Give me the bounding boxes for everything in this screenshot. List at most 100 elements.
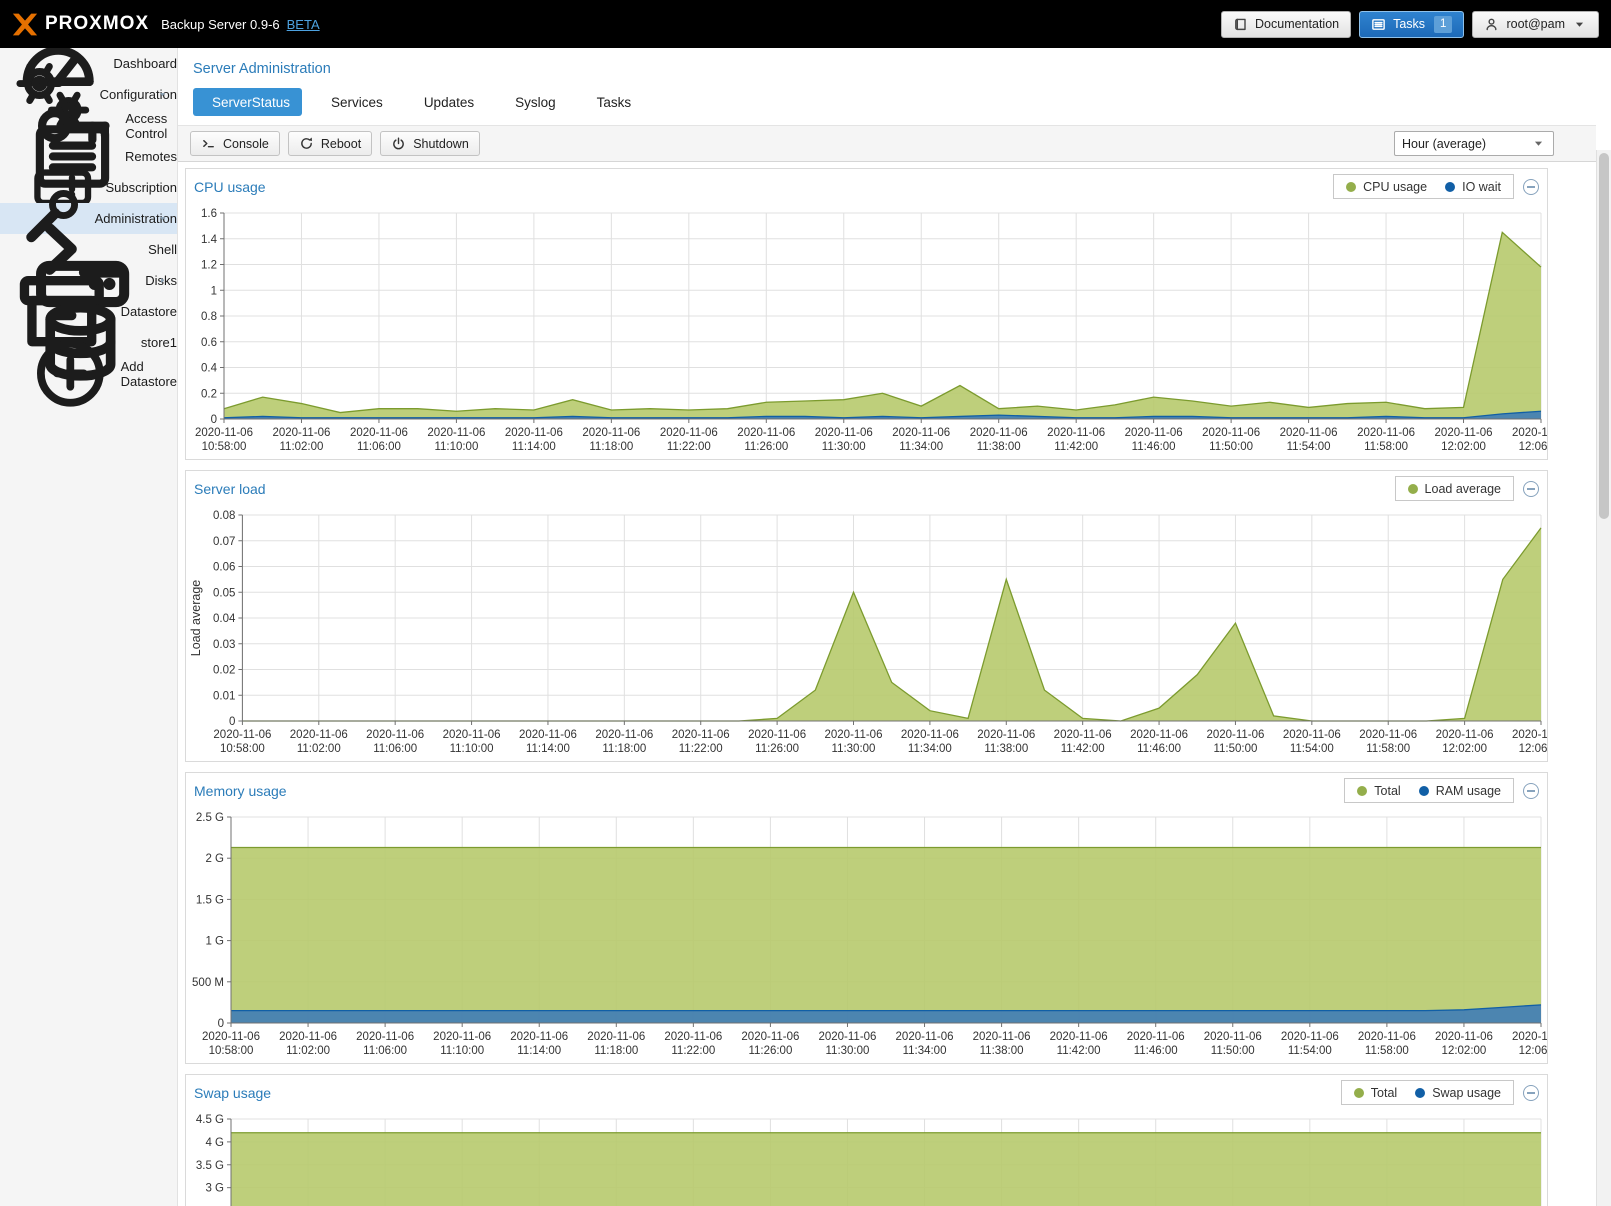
svg-text:2020-11-06: 2020-11-06	[202, 1031, 260, 1043]
svg-text:11:54:00: 11:54:00	[1288, 1045, 1332, 1057]
scrollbar-thumb[interactable]	[1599, 153, 1609, 519]
beta-link[interactable]: BETA	[287, 17, 320, 32]
documentation-button[interactable]: Documentation	[1221, 11, 1351, 38]
svg-text:11:50:00: 11:50:00	[1209, 441, 1253, 453]
svg-text:11:50:00: 11:50:00	[1213, 743, 1257, 755]
tab-label: Tasks	[597, 95, 632, 110]
svg-text:11:18:00: 11:18:00	[594, 1045, 638, 1057]
expander[interactable]	[157, 213, 168, 224]
legend-item[interactable]: CPU usage	[1346, 180, 1427, 194]
legend-item[interactable]: Total	[1354, 1086, 1397, 1100]
expander[interactable]	[157, 275, 168, 286]
legend-item[interactable]: IO wait	[1445, 180, 1501, 194]
timeframe-select[interactable]: Hour (average)	[1394, 131, 1554, 156]
legend-label: Total	[1371, 1086, 1397, 1100]
svg-text:11:14:00: 11:14:00	[526, 743, 570, 755]
tasks-label: Tasks	[1393, 17, 1425, 31]
proxmox-backup-ui: { "header": { "brand": "PROXMOX", "produ…	[0, 0, 1611, 1206]
toolbar: Console Reboot Shutdown Hour (average)	[178, 125, 1596, 162]
console-button[interactable]: Console	[190, 131, 280, 156]
chart-legend: Total RAM usage	[1344, 778, 1514, 803]
svg-text:2020-11-06: 2020-11-06	[741, 1031, 799, 1043]
svg-text:2020-11-06: 2020-11-06	[825, 729, 883, 741]
tab-updates[interactable]: Updates	[405, 88, 486, 116]
collapse-icon[interactable]	[1523, 179, 1539, 195]
svg-text:1: 1	[211, 285, 217, 297]
svg-text:11:46:00: 11:46:00	[1134, 1045, 1178, 1057]
svg-text:2020-11-06: 2020-11-06	[672, 729, 730, 741]
svg-text:2020-11-06: 2020-11-06	[1358, 1031, 1416, 1043]
chart-panel-cpu-usage: CPU usageCPU usageIO wait00.20.40.60.811…	[185, 168, 1548, 460]
sidebar-item-add-datastore[interactable]: Add Datastore	[0, 358, 177, 389]
svg-text:11:38:00: 11:38:00	[977, 441, 1021, 453]
legend-item[interactable]: Load average	[1408, 482, 1501, 496]
svg-text:0.4: 0.4	[201, 363, 218, 375]
documentation-label: Documentation	[1255, 17, 1339, 31]
reboot-label: Reboot	[321, 137, 361, 151]
expander[interactable]	[157, 89, 168, 100]
svg-text:1.6: 1.6	[201, 208, 217, 220]
svg-text:11:50:00: 11:50:00	[1211, 1045, 1255, 1057]
legend-item[interactable]: Swap usage	[1415, 1086, 1501, 1100]
svg-text:2020-11-06: 2020-11-06	[1359, 729, 1417, 741]
svg-text:2020-11-06: 2020-11-06	[1512, 729, 1547, 741]
user-button[interactable]: root@pam	[1472, 11, 1599, 38]
svg-text:2020-11-06: 2020-11-06	[366, 729, 424, 741]
vertical-scrollbar[interactable]	[1596, 150, 1611, 1206]
svg-text:11:46:00: 11:46:00	[1132, 441, 1176, 453]
legend-item[interactable]: Total	[1357, 784, 1400, 798]
svg-text:2020-11-06: 2020-11-06	[977, 729, 1035, 741]
svg-text:2020-11-06: 2020-11-06	[664, 1031, 722, 1043]
tab-services[interactable]: Services	[312, 88, 395, 116]
svg-text:3.5 G: 3.5 G	[196, 1160, 224, 1172]
svg-text:11:42:00: 11:42:00	[1061, 743, 1105, 755]
shutdown-button[interactable]: Shutdown	[380, 131, 480, 156]
svg-text:0.05: 0.05	[213, 587, 235, 599]
svg-text:12:06:00: 12:06:00	[1519, 441, 1547, 453]
svg-text:11:02:00: 11:02:00	[280, 441, 324, 453]
svg-text:0.6: 0.6	[201, 337, 217, 349]
svg-text:0.02: 0.02	[213, 665, 235, 677]
svg-text:2020-11-06: 2020-11-06	[1357, 427, 1415, 439]
svg-text:11:34:00: 11:34:00	[908, 743, 952, 755]
reboot-button[interactable]: Reboot	[288, 131, 372, 156]
svg-text:2020-11-06: 2020-11-06	[1283, 729, 1341, 741]
svg-text:11:14:00: 11:14:00	[517, 1045, 561, 1057]
legend-label: RAM usage	[1436, 784, 1501, 798]
collapse-icon[interactable]	[1523, 783, 1539, 799]
list-alt-icon	[1371, 17, 1386, 32]
svg-text:11:34:00: 11:34:00	[899, 441, 943, 453]
svg-text:0.03: 0.03	[213, 639, 235, 651]
tab-tasks[interactable]: Tasks	[578, 88, 644, 116]
svg-text:2020-11-06: 2020-11-06	[815, 427, 873, 439]
svg-text:2020-11-06: 2020-11-06	[970, 427, 1028, 439]
collapse-icon[interactable]	[1523, 1085, 1539, 1101]
svg-text:0: 0	[211, 414, 217, 426]
svg-text:11:02:00: 11:02:00	[297, 743, 341, 755]
legend-label: Load average	[1425, 482, 1501, 496]
caret-down-icon	[157, 213, 168, 224]
svg-text:3 G: 3 G	[205, 1183, 224, 1195]
svg-text:2020-11-06: 2020-11-06	[1050, 1031, 1108, 1043]
legend-item[interactable]: RAM usage	[1419, 784, 1501, 798]
svg-text:2020-11-06: 2020-11-06	[901, 729, 959, 741]
svg-text:11:26:00: 11:26:00	[755, 743, 799, 755]
svg-text:11:38:00: 11:38:00	[984, 743, 1028, 755]
sidebar-item-label: Subscription	[105, 180, 177, 195]
svg-text:2020-11-06: 2020-11-06	[213, 729, 271, 741]
tasks-button[interactable]: Tasks 1	[1359, 11, 1464, 38]
timeframe-value: Hour (average)	[1402, 137, 1486, 151]
legend-dot	[1354, 1088, 1364, 1098]
sidebar-item-label: Add Datastore	[121, 359, 177, 389]
collapse-icon[interactable]	[1523, 481, 1539, 497]
svg-text:2020-11-06: 2020-11-06	[272, 427, 330, 439]
svg-text:0.04: 0.04	[213, 613, 236, 625]
svg-text:11:26:00: 11:26:00	[744, 441, 788, 453]
product-version: Backup Server 0.9-6	[161, 17, 280, 32]
sidebar-item-label: Remotes	[125, 149, 177, 164]
tab-syslog[interactable]: Syslog	[496, 88, 568, 116]
svg-text:2020-11-06: 2020-11-06	[519, 729, 577, 741]
svg-text:2020-11-06: 2020-11-06	[587, 1031, 645, 1043]
tab-serverstatus[interactable]: ServerStatus	[193, 88, 302, 116]
svg-text:11:10:00: 11:10:00	[434, 441, 478, 453]
